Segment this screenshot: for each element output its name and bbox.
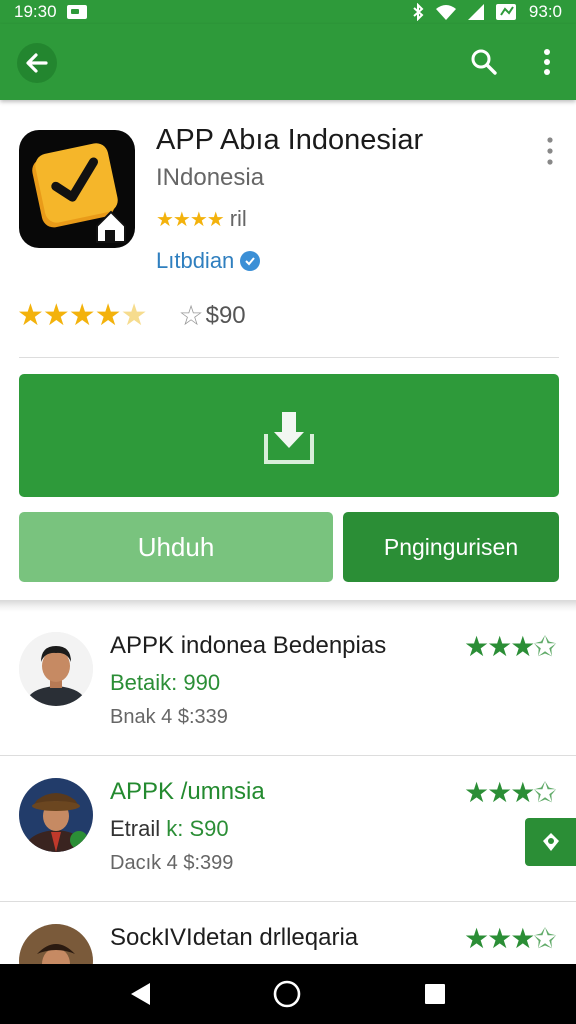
list-item-title: APPK /umnsia — [110, 778, 265, 805]
status-icons: 93:0 — [411, 2, 562, 22]
list-item-meta: Bnak 4 $:339 — [110, 706, 228, 728]
small-rating-text: ril — [229, 206, 247, 231]
rating-row: ★★★★★ ☆ $90 — [17, 298, 246, 333]
divider — [19, 357, 559, 358]
system-navigation-bar — [0, 964, 576, 1024]
location-button[interactable] — [525, 818, 576, 866]
rating-stars: ★★★★★ — [17, 299, 147, 332]
list-item[interactable]: APPK indonea Bedenpias Betaik: 990 Bnak … — [0, 610, 576, 756]
uninstall-button[interactable]: Pngingurisen — [343, 512, 559, 582]
circle-home-icon — [273, 980, 301, 1008]
list-item-meta: Dacık 4 $:399 — [110, 852, 234, 874]
verified-icon — [240, 251, 261, 271]
unduh-button[interactable]: Uhduh — [19, 512, 333, 582]
list-item-title: SockIVIdetan drlleqaria — [110, 924, 359, 951]
search-button[interactable] — [466, 44, 502, 80]
back-button[interactable] — [17, 43, 57, 83]
arrow-left-icon — [26, 53, 48, 73]
more-vert-icon — [544, 49, 550, 75]
checkmark-app-icon — [32, 143, 126, 243]
app-icon — [19, 130, 135, 248]
price-label: Betaik: — [110, 670, 178, 695]
avatar — [19, 632, 93, 706]
overflow-menu-button[interactable] — [533, 44, 561, 80]
app-more-button[interactable] — [538, 134, 562, 168]
list-item[interactable]: APPK /umnsia Etrail k: S90 Dacık 4 $:399… — [0, 756, 576, 902]
app-title: APP Abıa Indonesiar — [156, 124, 424, 156]
square-recents-icon — [425, 984, 445, 1004]
download-button[interactable] — [19, 374, 559, 497]
rating-count: $90 — [205, 301, 246, 329]
small-rating-stars: ★★★★ — [156, 208, 225, 231]
status-time: 19:30 — [14, 2, 57, 21]
notification-icon — [66, 5, 87, 19]
developer-name[interactable]: Lıtbdian — [156, 248, 234, 274]
status-time-right: 93:0 — [528, 2, 562, 21]
list-item-stars: ★★★✩ — [464, 777, 557, 808]
nav-home-button[interactable] — [271, 978, 303, 1010]
price-value: 990 — [183, 670, 221, 695]
list-item-stars: ★★★✩ — [464, 923, 557, 954]
app-bar — [0, 24, 576, 100]
nav-back-button[interactable] — [124, 978, 156, 1010]
signal-icon — [467, 4, 484, 20]
bluetooth-icon — [413, 3, 424, 21]
search-icon — [471, 49, 497, 75]
more-vert-icon — [547, 137, 553, 165]
location-pin-icon — [542, 833, 559, 851]
developer-row[interactable]: Lıtbdian — [156, 248, 261, 274]
avatar — [19, 778, 93, 852]
list-item-title: APPK indonea Bedenpias — [110, 632, 387, 659]
battery-icon — [495, 4, 516, 20]
nav-recents-button[interactable] — [419, 978, 451, 1010]
list-item-stars: ★★★✩ — [464, 631, 557, 662]
price-label: Etrail — [110, 816, 161, 841]
app-small-rating: ★★★★ ril — [156, 206, 247, 232]
download-icon — [264, 411, 314, 464]
triangle-back-icon — [131, 983, 150, 1005]
status-bar: 19:30 93:0 — [0, 0, 576, 24]
list-item-price: Etrail k: S90 — [110, 816, 229, 842]
app-subtitle: INdonesia — [156, 164, 265, 191]
list-item-price: Betaik: 990 — [110, 670, 220, 696]
wifi-icon — [435, 5, 456, 20]
star-outline-icon: ☆ — [178, 300, 204, 331]
price-value: k: S90 — [166, 816, 229, 841]
